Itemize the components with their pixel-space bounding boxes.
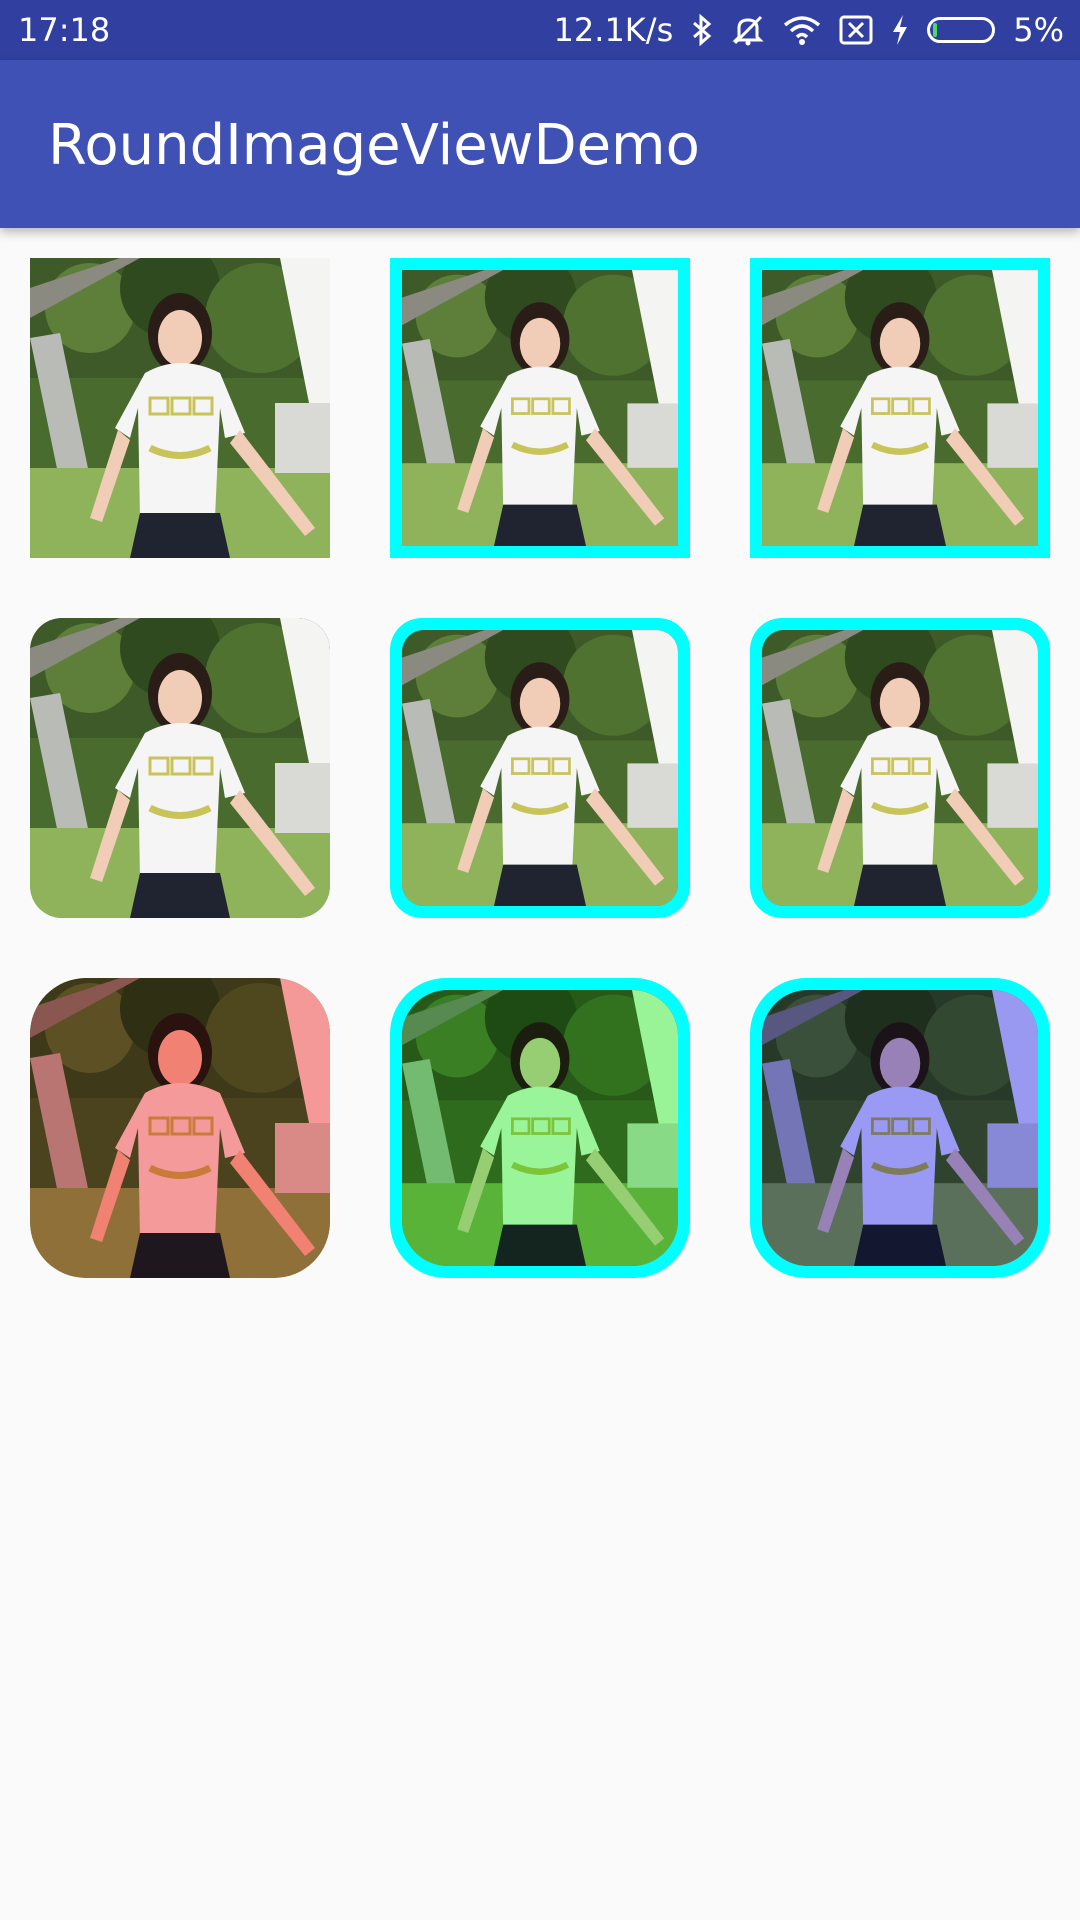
photo <box>402 990 678 1266</box>
status-time: 17:18 <box>18 11 111 49</box>
photo <box>30 618 330 918</box>
round-image-1-2 <box>390 258 690 558</box>
photo <box>402 630 678 906</box>
sim-off-icon <box>839 15 873 45</box>
battery-level <box>933 23 937 37</box>
network-speed: 12.1K/s <box>553 11 674 49</box>
round-image-3-2 <box>390 978 690 1278</box>
app-title: RoundImageViewDemo <box>48 113 700 178</box>
photo <box>762 270 1038 546</box>
app-bar: RoundImageViewDemo <box>0 60 1080 228</box>
photo <box>762 990 1038 1266</box>
battery-percent: 5% <box>1013 11 1064 49</box>
bluetooth-icon <box>691 14 713 46</box>
round-image-1-1 <box>30 258 330 558</box>
round-image-1-3 <box>750 258 1050 558</box>
photo <box>30 258 330 558</box>
charging-icon <box>891 14 909 46</box>
round-image-3-3 <box>750 978 1050 1278</box>
status-icons: 12.1K/s 5% <box>554 10 1064 50</box>
photo <box>762 630 1038 906</box>
round-image-2-2 <box>390 618 690 918</box>
photo <box>30 978 330 1278</box>
round-image-3-1 <box>30 978 330 1278</box>
round-image-2-1 <box>30 618 330 918</box>
round-image-2-3 <box>750 618 1050 918</box>
status-bar: 17:18 12.1K/s 5% <box>0 0 1080 60</box>
photo <box>402 270 678 546</box>
silent-icon <box>731 13 765 47</box>
battery-icon <box>927 17 996 43</box>
wifi-icon <box>783 15 821 45</box>
